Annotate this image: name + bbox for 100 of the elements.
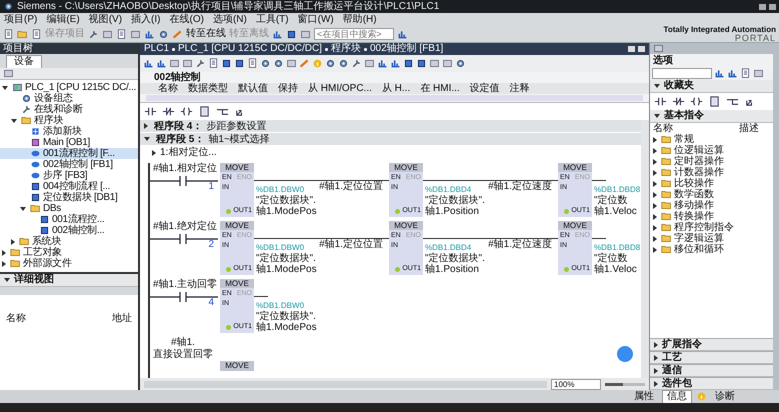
tool-icon[interactable] <box>102 28 113 40</box>
tool-icon[interactable] <box>286 58 297 69</box>
gear-icon[interactable] <box>455 58 466 69</box>
menu-item[interactable]: 插入(I) <box>131 14 160 26</box>
expand-arrow-icon[interactable] <box>11 118 17 122</box>
collapse-arrow-icon[interactable] <box>654 84 660 88</box>
status-tab[interactable]: 信息 <box>662 390 692 404</box>
tree-item[interactable]: 外部源文件 <box>0 258 138 269</box>
tool-icon[interactable] <box>169 58 180 69</box>
chart-icon[interactable] <box>390 58 401 69</box>
wrench-icon[interactable] <box>195 58 206 69</box>
gear-icon[interactable] <box>273 58 284 69</box>
tool-icon[interactable] <box>442 58 453 69</box>
instruction-folder[interactable]: 移位和循环 <box>653 244 773 255</box>
breadcrumb-item[interactable]: PLC1 <box>144 43 170 55</box>
block-icon[interactable] <box>234 58 245 69</box>
zoom-dropdown[interactable]: 100% <box>551 378 601 390</box>
instruction-folder[interactable]: 字逻辑运算 <box>653 233 773 244</box>
block-icon[interactable] <box>286 28 297 40</box>
close-button[interactable] <box>769 4 776 10</box>
closed-contact-icon[interactable] <box>162 105 175 118</box>
instruction-folder[interactable]: 数学函数 <box>653 189 773 200</box>
tree-item[interactable]: 002轴控制... <box>0 225 138 236</box>
chart-icon[interactable] <box>714 68 725 79</box>
tool-icon[interactable] <box>130 28 141 40</box>
document-icon[interactable] <box>208 58 219 69</box>
expand-arrow-icon[interactable] <box>152 150 156 156</box>
coil-icon[interactable] <box>180 105 193 118</box>
chart-icon[interactable] <box>143 58 154 69</box>
gear-icon[interactable] <box>158 28 169 40</box>
breadcrumb-item[interactable]: PLC_1 [CPU 1215C DC/DC/DC] <box>178 43 322 55</box>
chart-icon[interactable] <box>144 28 155 40</box>
expand-arrow-icon[interactable] <box>2 260 6 266</box>
tree-item[interactable]: 001流程控... <box>0 214 138 225</box>
status-tab[interactable]: 属性 <box>630 390 658 402</box>
panel-tab[interactable]: 设备 <box>6 55 42 68</box>
expand-arrow-icon[interactable] <box>144 123 148 129</box>
block-icon[interactable] <box>403 58 414 69</box>
instruction-folder[interactable]: 计数器操作 <box>653 167 773 178</box>
move-block[interactable]: MOVE <box>220 361 254 371</box>
contact-icon[interactable] <box>654 95 667 108</box>
tree-item[interactable]: 002轴控制 [FB1] <box>0 159 138 170</box>
instruction-folder[interactable]: 转换操作 <box>653 211 773 222</box>
instruction-folder[interactable]: 程序控制指令 <box>653 222 773 233</box>
vertical-scrollbar[interactable] <box>641 120 649 378</box>
chart-icon[interactable] <box>272 28 283 40</box>
chart-icon[interactable] <box>377 58 388 69</box>
document-icon[interactable] <box>116 28 127 40</box>
tree-item[interactable]: 在线和诊断 <box>0 104 138 115</box>
tree-item[interactable]: 程序块 <box>0 115 138 126</box>
search-field[interactable] <box>652 68 712 79</box>
breadcrumb-item[interactable]: 程序块 <box>330 43 361 55</box>
tree-item[interactable]: 004控制流程 [... <box>0 181 138 192</box>
tool-icon[interactable] <box>300 28 311 40</box>
breadcrumb-item[interactable]: 002轴控制 [FB1] <box>370 43 444 55</box>
tool-icon[interactable] <box>182 58 193 69</box>
status-tab[interactable]: 诊断 <box>711 390 739 402</box>
expand-arrow-icon[interactable] <box>11 238 15 244</box>
menu-item[interactable]: 窗口(W) <box>298 14 334 26</box>
network-header[interactable]: 程序段 5： 轴1~模式选择 <box>140 133 641 146</box>
tree-item[interactable]: 定位数据块 [DB1] <box>0 192 138 203</box>
gear-icon[interactable] <box>338 58 349 69</box>
tool-icon[interactable] <box>364 58 375 69</box>
tool-icon[interactable] <box>429 58 440 69</box>
tree-item[interactable]: PLC_1 [CPU 1215C DC/... <box>0 82 138 93</box>
block-icon[interactable] <box>221 58 232 69</box>
collapse-arrow-icon[interactable] <box>4 278 10 282</box>
document-icon[interactable] <box>31 28 42 40</box>
closed-contact-icon[interactable] <box>672 95 685 108</box>
menu-item[interactable]: 工具(T) <box>256 14 289 26</box>
menu-item[interactable]: 编辑(E) <box>46 14 80 26</box>
tree-item[interactable]: 添加新块 <box>0 126 138 137</box>
collapse-arrow-icon[interactable] <box>654 114 660 118</box>
expand-arrow-icon[interactable] <box>2 250 6 256</box>
chart-icon[interactable] <box>156 58 167 69</box>
contact-icon[interactable] <box>144 105 157 118</box>
search-field[interactable]: <在项目中搜索> <box>314 28 394 40</box>
instruction-folder[interactable]: 比较操作 <box>653 178 773 189</box>
menu-item[interactable]: 帮助(H) <box>342 14 377 26</box>
expand-arrow-icon[interactable] <box>2 86 8 90</box>
block-icon[interactable] <box>416 58 427 69</box>
floating-action-button[interactable] <box>617 346 633 362</box>
expand-arrow-icon[interactable] <box>20 206 26 210</box>
menu-item[interactable]: 在线(O) <box>169 14 204 26</box>
toolbar-button[interactable]: 转至在线 <box>186 28 226 40</box>
instruction-folder[interactable]: 移动操作 <box>653 200 773 211</box>
network-header[interactable]: 程序段 4： 步距参数设置 <box>140 120 641 133</box>
coil-icon[interactable] <box>690 95 703 108</box>
chart-icon[interactable] <box>727 68 738 79</box>
gear-icon[interactable] <box>260 58 271 69</box>
tool-icon[interactable] <box>753 68 764 79</box>
tree-item[interactable]: 系统块 <box>0 236 138 247</box>
tree-item[interactable]: 步序 [FB3] <box>0 170 138 181</box>
menu-item[interactable]: 项目(P) <box>4 14 38 26</box>
tree-item[interactable]: DBs <box>0 203 138 214</box>
instruction-folder[interactable]: 位逻辑运算 <box>653 145 773 156</box>
tree-item[interactable]: 工艺对象 <box>0 247 138 258</box>
wrench-icon[interactable] <box>351 58 362 69</box>
tree-item[interactable]: 设备组态 <box>0 93 138 104</box>
document-icon[interactable] <box>247 58 258 69</box>
